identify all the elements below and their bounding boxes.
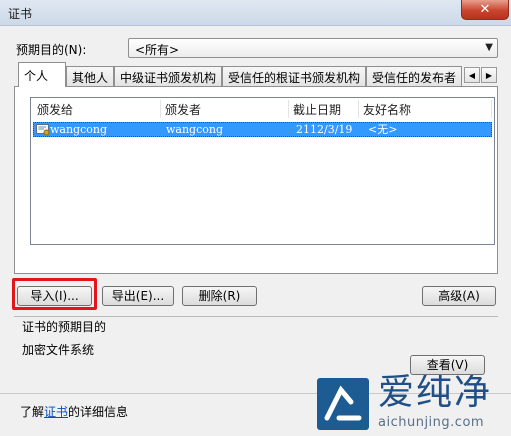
export-button[interactable]: 导出(E)... (102, 286, 174, 306)
learn-more-prefix: 了解 (20, 405, 45, 419)
tab-scroll-left-icon[interactable]: ◀ (464, 67, 480, 83)
tab-personal[interactable]: 个人 (18, 62, 66, 87)
watermark-url: aichunjing.com (378, 415, 485, 430)
learn-more-suffix: 的详细信息 (68, 405, 129, 419)
tab-trusted-publishers[interactable]: 受信任的发布者 (366, 66, 462, 86)
tab-trusted-root-ca[interactable]: 受信任的根证书颁发机构 (222, 66, 366, 86)
import-highlight-box (12, 278, 97, 310)
intended-purposes-title: 证书的预期目的 (22, 320, 107, 334)
certificate-icon (36, 124, 50, 136)
chevron-down-icon: ▼ (485, 42, 493, 53)
advanced-button[interactable]: 高级(A) (422, 286, 496, 306)
watermark-logo-icon (317, 378, 369, 430)
title-bar (0, 0, 511, 26)
column-header-expiry[interactable]: 截止日期 (289, 100, 359, 118)
purpose-label: 预期目的(N): (16, 43, 87, 57)
tab-scroll-right-icon[interactable]: ▶ (481, 67, 497, 83)
cell-issued-by: wangcong (166, 123, 224, 136)
column-header-friendly-name[interactable]: 友好名称 (359, 100, 492, 118)
purpose-selected-value: <所有> (135, 43, 180, 57)
watermark-brand: 爱纯净 (378, 372, 493, 413)
learn-more-text: 了解证书的详细信息 (20, 403, 128, 420)
column-header-issued-to[interactable]: 颁发给 (33, 100, 161, 118)
column-header-issued-by[interactable]: 颁发者 (161, 100, 289, 118)
tab-other-people[interactable]: 其他人 (66, 66, 114, 86)
certificates-link[interactable]: 证书 (44, 405, 68, 419)
close-button[interactable]: ✕ (461, 0, 509, 20)
group-divider (14, 316, 498, 317)
view-button[interactable]: 查看(V) (410, 355, 485, 375)
cell-friendly-name: <无> (368, 123, 398, 136)
purpose-select[interactable]: <所有> ▼ (128, 38, 498, 58)
watermark-symbol-icon (324, 385, 362, 421)
table-row[interactable]: wangcong wangcong 2112/3/19 <无> (33, 122, 492, 137)
remove-button[interactable]: 删除(R) (182, 286, 257, 306)
cell-expiry: 2112/3/19 (296, 123, 353, 136)
intended-purposes-value: 加密文件系统 (22, 343, 95, 357)
window-title: 证书 (8, 7, 33, 21)
cell-issued-to: wangcong (50, 123, 108, 136)
certificate-list[interactable]: 颁发给 颁发者 截止日期 友好名称 wangcong wangcong 2112… (30, 97, 495, 245)
tab-intermediate-ca[interactable]: 中级证书颁发机构 (114, 66, 222, 86)
